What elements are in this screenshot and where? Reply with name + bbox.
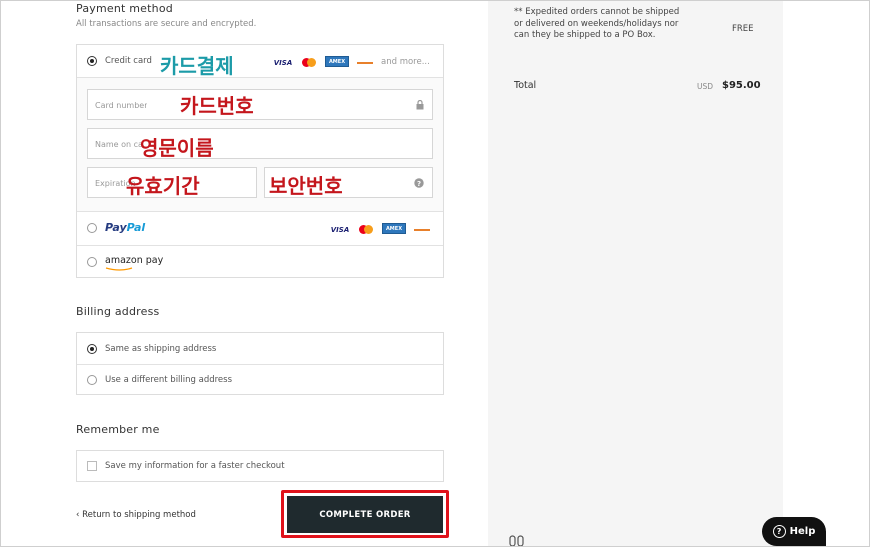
paypal-logo: PayPal bbox=[105, 221, 146, 234]
amex-logo: AMEX bbox=[382, 223, 406, 234]
paypal-option[interactable]: PayPal VISA AMEX bbox=[77, 211, 443, 245]
mastercard-logo bbox=[300, 57, 318, 68]
help-circle-icon[interactable]: ? bbox=[414, 178, 424, 188]
paypal-radio[interactable] bbox=[87, 223, 97, 233]
name-on-card-input[interactable]: Name on card bbox=[87, 128, 433, 159]
question-icon: ? bbox=[772, 525, 786, 538]
visa-logo: VISA bbox=[273, 58, 293, 67]
amazon-smile-icon bbox=[105, 267, 133, 271]
different-billing-label: Use a different billing address bbox=[105, 375, 233, 385]
amazon-pay-option[interactable]: amazon pay bbox=[77, 245, 443, 278]
save-info-checkbox[interactable] bbox=[87, 461, 97, 471]
visa-logo: VISA bbox=[330, 225, 350, 234]
payment-method-title: Payment method bbox=[76, 2, 173, 15]
annotation-card-number: 카드번호 bbox=[180, 94, 254, 118]
same-as-shipping-radio[interactable] bbox=[87, 344, 97, 354]
checkout-form-panel: Payment method All transactions are secu… bbox=[0, 0, 488, 547]
and-more-text: and more... bbox=[381, 57, 430, 67]
annotation-security-code: 보안번호 bbox=[269, 174, 343, 198]
lock-icon bbox=[416, 100, 424, 110]
total-label: Total bbox=[514, 80, 537, 91]
help-button[interactable]: ? Help bbox=[762, 517, 826, 546]
amex-logo: AMEX bbox=[325, 56, 349, 67]
amazon-pay-logo: amazon pay bbox=[105, 255, 164, 266]
accessibility-icon[interactable] bbox=[508, 533, 526, 547]
shipping-value: FREE bbox=[732, 24, 754, 34]
different-billing-radio[interactable] bbox=[87, 375, 97, 385]
amazon-pay-radio[interactable] bbox=[87, 257, 97, 267]
credit-card-option[interactable]: Credit card VISA AMEX and more... bbox=[77, 45, 443, 77]
billing-options-box: Same as shipping address Use a different… bbox=[76, 332, 444, 395]
total-price: $95.00 bbox=[722, 80, 761, 91]
help-label: Help bbox=[789, 526, 816, 537]
complete-order-button[interactable]: COMPLETE ORDER bbox=[287, 496, 443, 533]
annotation-expiry: 유효기간 bbox=[126, 174, 200, 198]
discover-logo bbox=[355, 57, 375, 68]
payment-options-box: Credit card VISA AMEX and more... Card n… bbox=[76, 44, 444, 278]
card-number-input[interactable]: Card number bbox=[87, 89, 433, 120]
svg-text:?: ? bbox=[417, 180, 421, 188]
save-info-label: Save my information for a faster checkou… bbox=[105, 461, 285, 471]
name-on-card-placeholder: Name on card bbox=[95, 140, 143, 149]
remember-me-box: Save my information for a faster checkou… bbox=[76, 450, 444, 482]
credit-card-radio[interactable] bbox=[87, 56, 97, 66]
return-to-shipping-link[interactable]: ‹ Return to shipping method bbox=[76, 510, 196, 520]
currency-label: USD bbox=[697, 82, 714, 91]
annotation-card-payment: 카드결제 bbox=[160, 54, 234, 78]
credit-card-label: Credit card bbox=[105, 56, 152, 66]
different-billing-option[interactable]: Use a different billing address bbox=[77, 364, 443, 395]
same-as-shipping-label: Same as shipping address bbox=[105, 344, 217, 354]
mastercard-logo bbox=[357, 224, 375, 235]
annotation-english-name: 영문이름 bbox=[140, 136, 214, 160]
discover-logo bbox=[412, 224, 432, 235]
remember-me-title: Remember me bbox=[76, 423, 160, 436]
billing-address-title: Billing address bbox=[76, 305, 160, 318]
same-as-shipping-option[interactable]: Same as shipping address bbox=[77, 333, 443, 364]
expedited-note: ** Expedited orders cannot be shipped or… bbox=[514, 7, 680, 40]
card-number-placeholder: Card number bbox=[95, 101, 148, 110]
payment-method-subtitle: All transactions are secure and encrypte… bbox=[76, 19, 257, 29]
